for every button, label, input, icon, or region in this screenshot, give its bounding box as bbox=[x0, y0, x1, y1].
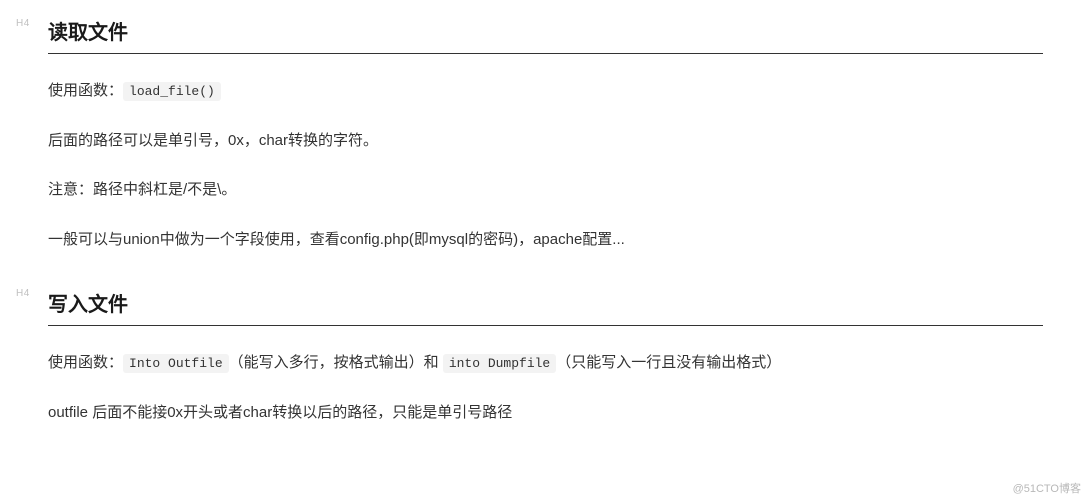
section-heading-write-file: 写入文件 bbox=[48, 288, 1043, 326]
heading-level-tag: H4 bbox=[16, 288, 30, 299]
paragraph: 注意：路径中斜杠是/不是\。 bbox=[48, 177, 1043, 203]
heading-level-tag: H4 bbox=[16, 18, 30, 29]
paragraph: outfile 后面不能接0x开头或者char转换以后的路径，只能是单引号路径 bbox=[48, 400, 1043, 426]
text-span: 使用函数： bbox=[48, 82, 123, 99]
text-span: （只能写入一行且没有输出格式） bbox=[556, 354, 781, 371]
inline-code: into Dumpfile bbox=[443, 354, 556, 373]
section-heading-read-file: 读取文件 bbox=[48, 16, 1043, 54]
inline-code: Into Outfile bbox=[123, 354, 229, 373]
inline-code: load_file() bbox=[123, 82, 221, 101]
text-span: （能写入多行，按格式输出）和 bbox=[229, 354, 443, 371]
paragraph: 使用函数：load_file() bbox=[48, 78, 1043, 104]
watermark: @51CTO博客 bbox=[1013, 480, 1081, 496]
document-content: 读取文件 使用函数：load_file() 后面的路径可以是单引号，0x，cha… bbox=[0, 0, 1091, 425]
paragraph: 使用函数：Into Outfile（能写入多行，按格式输出）和 into Dum… bbox=[48, 350, 1043, 376]
paragraph: 后面的路径可以是单引号，0x，char转换的字符。 bbox=[48, 128, 1043, 154]
paragraph: 一般可以与union中做为一个字段使用，查看config.php(即mysql的… bbox=[48, 227, 1043, 253]
text-span: 使用函数： bbox=[48, 354, 123, 371]
